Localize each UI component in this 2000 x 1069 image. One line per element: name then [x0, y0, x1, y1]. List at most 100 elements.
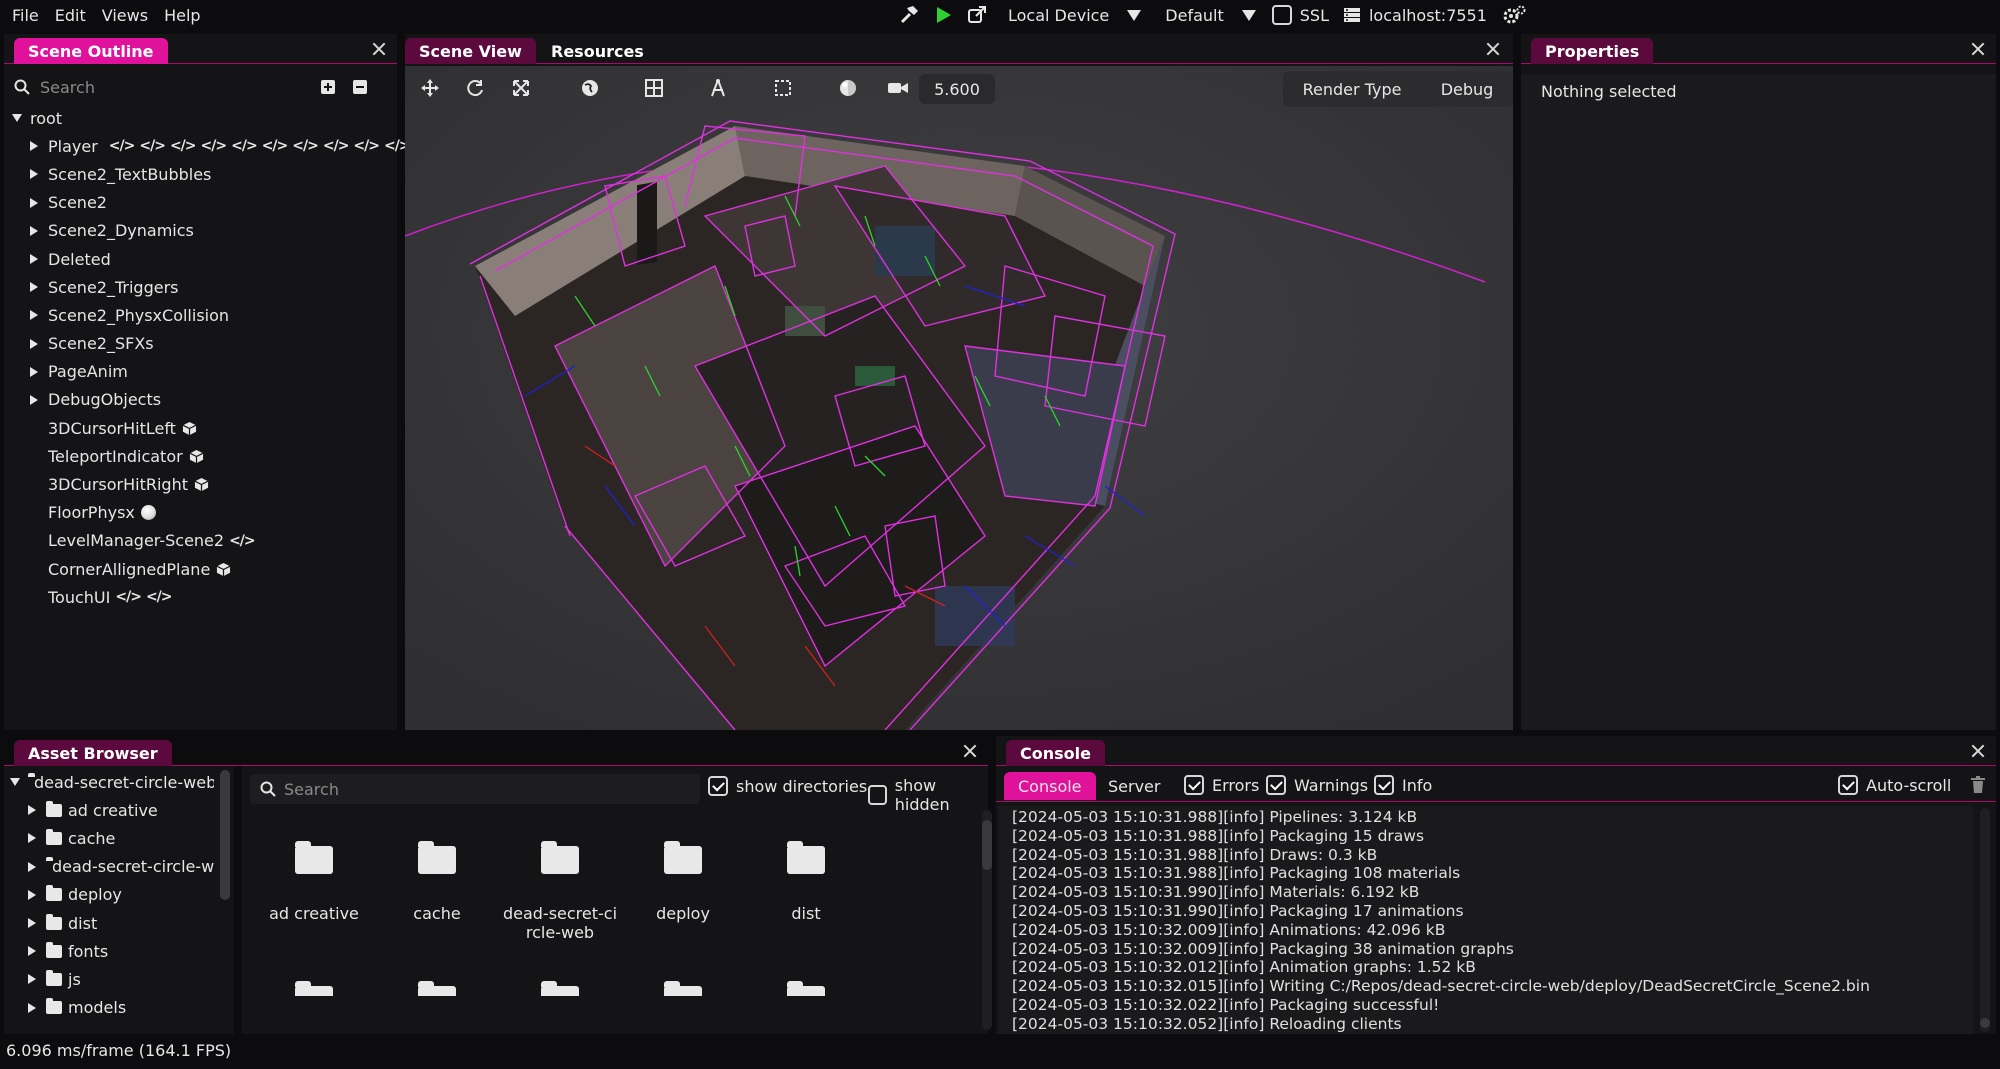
- collapsed-arrow-icon[interactable]: [28, 861, 36, 872]
- tree-item[interactable]: Scene2_PhysxCollision: [12, 301, 402, 329]
- device-select[interactable]: Local Device: [1008, 6, 1109, 25]
- tree-item[interactable]: TouchUI </> </>: [12, 583, 402, 611]
- expand-all-icon[interactable]: [320, 79, 336, 95]
- tab-properties[interactable]: Properties: [1531, 38, 1654, 64]
- menu-help[interactable]: Help: [156, 6, 208, 25]
- collapsed-arrow-icon[interactable]: [30, 366, 38, 377]
- tree-item[interactable]: FloorPhysx: [12, 499, 402, 527]
- asset-tree-root[interactable]: dead-secret-circle-web: [4, 768, 214, 796]
- debug-button[interactable]: Debug: [1441, 80, 1494, 99]
- camera-icon[interactable]: [885, 75, 911, 101]
- tree-root[interactable]: root: [12, 104, 402, 132]
- tree-item[interactable]: DebugObjects: [12, 386, 402, 414]
- asset-folder-item[interactable]: [500, 981, 620, 996]
- expanded-arrow-icon[interactable]: [12, 114, 22, 123]
- build-hammer-icon[interactable]: [896, 2, 922, 28]
- collapsed-arrow-icon[interactable]: [30, 338, 38, 349]
- close-icon[interactable]: [1483, 39, 1503, 59]
- errors-checkbox[interactable]: [1184, 775, 1204, 795]
- asset-folder-item[interactable]: cache: [377, 841, 497, 923]
- filter-info[interactable]: Info: [1374, 775, 1432, 795]
- tree-item[interactable]: Deleted: [12, 245, 402, 273]
- asset-tree-folder[interactable]: cache: [4, 824, 214, 852]
- asset-tree-folder[interactable]: fonts: [4, 937, 214, 965]
- tree-item[interactable]: TeleportIndicator: [12, 442, 402, 470]
- filter-errors[interactable]: Errors: [1184, 775, 1259, 795]
- tab-scene-view[interactable]: Scene View: [405, 38, 536, 64]
- collapsed-arrow-icon[interactable]: [30, 197, 38, 208]
- profile-dropdown-icon[interactable]: [1241, 9, 1256, 21]
- external-link-icon[interactable]: [964, 2, 990, 28]
- tab-server[interactable]: Server: [1094, 772, 1174, 800]
- shading-sphere-icon[interactable]: [835, 75, 861, 101]
- collapsed-arrow-icon[interactable]: [28, 974, 36, 985]
- asset-tree-folder[interactable]: models: [4, 994, 214, 1022]
- show-hidden-checkbox[interactable]: [868, 785, 887, 805]
- collapsed-arrow-icon[interactable]: [30, 310, 38, 321]
- asset-tree-scrollbar[interactable]: [220, 770, 230, 900]
- show-hidden-option[interactable]: show hidden: [868, 776, 988, 814]
- asset-folder-item[interactable]: dead-secret-ci rcle-web: [500, 841, 620, 942]
- camera-speed-value[interactable]: 5.600: [919, 74, 995, 104]
- asset-folder-item[interactable]: ad creative: [254, 841, 374, 923]
- collapsed-arrow-icon[interactable]: [30, 169, 38, 180]
- close-icon[interactable]: [960, 741, 980, 761]
- filter-warnings[interactable]: Warnings: [1266, 775, 1368, 795]
- expanded-arrow-icon[interactable]: [10, 778, 20, 787]
- close-icon[interactable]: [369, 39, 389, 59]
- asset-tree-folder[interactable]: ad creative: [4, 796, 214, 824]
- tab-console-panel[interactable]: Console: [1006, 740, 1105, 766]
- collapsed-arrow-icon[interactable]: [28, 946, 36, 957]
- settings-gears-icon[interactable]: [1501, 2, 1527, 28]
- collapsed-arrow-icon[interactable]: [30, 141, 38, 152]
- close-icon[interactable]: [1968, 39, 1988, 59]
- tree-item[interactable]: 3DCursorHitRight: [12, 470, 402, 498]
- play-icon[interactable]: [930, 2, 956, 28]
- profile-select[interactable]: Default: [1165, 6, 1223, 25]
- collapsed-arrow-icon[interactable]: [30, 225, 38, 236]
- asset-folder-item[interactable]: dist: [746, 841, 866, 923]
- device-dropdown-icon[interactable]: [1127, 9, 1142, 21]
- tab-console[interactable]: Console: [1004, 772, 1096, 800]
- asset-folder-item[interactable]: [623, 981, 743, 996]
- outline-search[interactable]: Search: [14, 74, 394, 100]
- tree-item[interactable]: Player</></></></></></></></></></></>: [12, 132, 441, 160]
- collapsed-arrow-icon[interactable]: [28, 889, 36, 900]
- scene-viewport[interactable]: 5.600 Render Type Debug: [405, 66, 1513, 730]
- collapsed-arrow-icon[interactable]: [30, 394, 38, 405]
- console-scrollbar[interactable]: [1980, 1018, 1990, 1028]
- ssl-checkbox[interactable]: [1271, 5, 1292, 25]
- asset-tree-folder[interactable]: deploy: [4, 881, 214, 909]
- asset-folder-item[interactable]: [377, 981, 497, 996]
- search-input[interactable]: Search: [40, 78, 95, 97]
- render-type-button[interactable]: Render Type: [1303, 80, 1402, 99]
- tree-item[interactable]: CornerAllignedPlane: [12, 555, 402, 583]
- asset-tree-folder[interactable]: dist: [4, 909, 214, 937]
- menu-edit[interactable]: Edit: [47, 6, 94, 25]
- asset-tree-folder[interactable]: dead-secret-circle-web: [4, 853, 214, 881]
- asset-folder-item[interactable]: [254, 981, 374, 996]
- tree-item[interactable]: Scene2_TextBubbles: [12, 160, 402, 188]
- info-checkbox[interactable]: [1374, 775, 1394, 795]
- asset-tree-folder[interactable]: js: [4, 965, 214, 993]
- close-icon[interactable]: [1968, 741, 1988, 761]
- move-tool-icon[interactable]: [417, 75, 443, 101]
- asset-search-input[interactable]: Search: [284, 780, 339, 799]
- scale-tool-icon[interactable]: [508, 75, 534, 101]
- tree-item[interactable]: Scene2_Triggers: [12, 273, 402, 301]
- collapsed-arrow-icon[interactable]: [28, 1002, 36, 1013]
- trash-icon[interactable]: [1970, 776, 1986, 794]
- collapsed-arrow-icon[interactable]: [30, 254, 38, 265]
- collapsed-arrow-icon[interactable]: [28, 833, 36, 844]
- show-directories-checkbox[interactable]: [708, 776, 728, 796]
- warnings-checkbox[interactable]: [1266, 775, 1286, 795]
- collapse-all-icon[interactable]: [352, 79, 368, 95]
- asset-folder-item[interactable]: deploy: [623, 841, 743, 923]
- tree-item[interactable]: Scene2_Dynamics: [12, 217, 402, 245]
- tree-item[interactable]: Scene2_SFXs: [12, 330, 402, 358]
- menu-views[interactable]: Views: [94, 6, 156, 25]
- collapsed-arrow-icon[interactable]: [30, 282, 38, 293]
- rotate-tool-icon[interactable]: [462, 75, 488, 101]
- console-log[interactable]: [2024-05-03 15:10:31.988][info] Pipeline…: [998, 806, 1974, 1034]
- show-directories-option[interactable]: show directories: [708, 776, 867, 796]
